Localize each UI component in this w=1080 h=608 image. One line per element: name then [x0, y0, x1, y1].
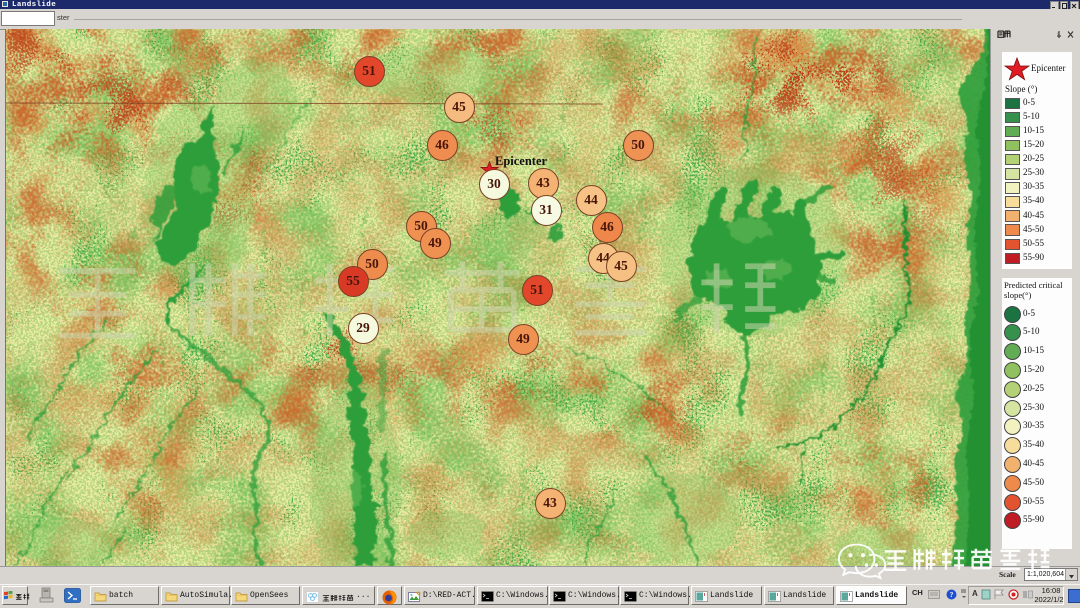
svg-text:?: ?: [950, 590, 954, 599]
